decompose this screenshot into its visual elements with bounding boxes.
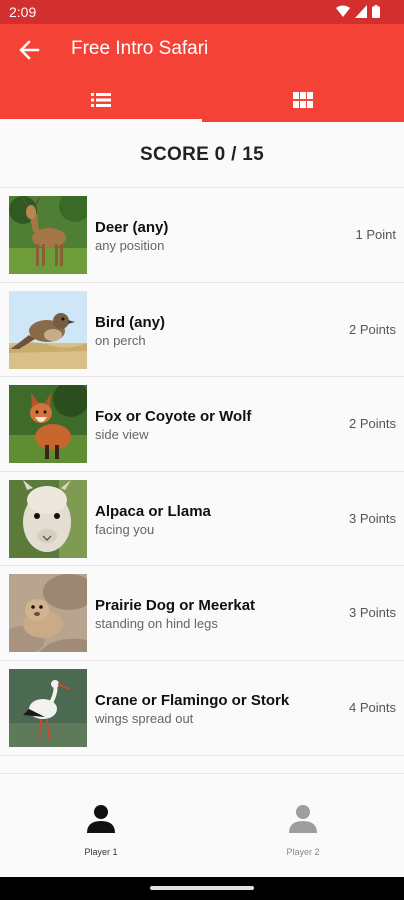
item-name: Crane or Flamingo or Stork (95, 691, 290, 709)
list-item[interactable]: Alpaca or Llama facing you 3 Points (0, 471, 404, 567)
safari-item-list: Deer (any) any position 1 Point Bird (an… (0, 188, 404, 756)
score-display: SCORE 0 / 15 (0, 122, 404, 188)
deer-photo (9, 196, 87, 274)
item-points: 3 Points (349, 510, 396, 526)
item-detail: on perch (95, 332, 146, 348)
item-name: Deer (any) (95, 219, 169, 236)
item-detail: facing you (95, 521, 155, 537)
battery-icon (372, 5, 380, 18)
nav-player-2[interactable]: Player 2 (202, 774, 404, 878)
list-item[interactable]: Prairie Dog or Meerkat standing on hind … (0, 566, 404, 661)
list-item[interactable]: Fox or Coyote or Wolf side view 2 Points (0, 377, 404, 472)
wifi-icon (336, 5, 350, 17)
app-bar: Free Intro Safari (0, 24, 404, 78)
item-name: Fox or Coyote or Wolf (95, 408, 252, 426)
stork-photo (9, 668, 87, 747)
bird-photo (9, 290, 87, 369)
grid-icon (293, 92, 313, 108)
system-navigation-bar (0, 877, 404, 900)
item-name: Prairie Dog or Meerkat (95, 597, 256, 615)
status-bar: 2:09 (0, 0, 404, 24)
item-points: 2 Points (349, 416, 396, 432)
item-name: Bird (any) (95, 313, 166, 331)
status-time: 2:09 (9, 4, 37, 20)
alpaca-photo (9, 479, 87, 558)
item-points: 1 Point (355, 227, 396, 242)
back-arrow-icon[interactable] (18, 39, 40, 61)
status-icons (336, 5, 380, 18)
list-item[interactable]: Deer (any) any position 1 Point (0, 188, 404, 283)
nav-label: Player 1 (84, 847, 118, 857)
home-gesture-handle[interactable] (150, 886, 254, 890)
item-detail: any position (95, 238, 165, 253)
item-detail: wings spread out (95, 710, 194, 726)
item-name: Alpaca or Llama (95, 502, 211, 520)
list-item[interactable]: Bird (any) on perch 2 Points (0, 282, 404, 378)
person-icon (87, 805, 115, 833)
item-points: 3 Points (349, 605, 396, 621)
nav-player-1[interactable]: Player 1 (0, 774, 202, 878)
person-icon (289, 805, 317, 833)
list-icon (91, 93, 111, 107)
list-item[interactable]: Crane or Flamingo or Stork wings spread … (0, 660, 404, 756)
item-points: 2 Points (349, 321, 396, 337)
prairie-dog-photo (9, 574, 87, 653)
tab-bar (0, 78, 404, 122)
tab-grid-view[interactable] (202, 78, 404, 122)
item-detail: standing on hind legs (95, 616, 218, 632)
page-title: Free Intro Safari (71, 38, 209, 59)
nav-label: Player 2 (286, 847, 320, 857)
item-points: 4 Points (349, 699, 396, 715)
fox-photo (9, 385, 87, 464)
bottom-navigation: Player 1 Player 2 (0, 773, 404, 877)
signal-icon (355, 5, 367, 18)
tab-list-view[interactable] (0, 78, 202, 122)
item-detail: side view (95, 427, 149, 443)
